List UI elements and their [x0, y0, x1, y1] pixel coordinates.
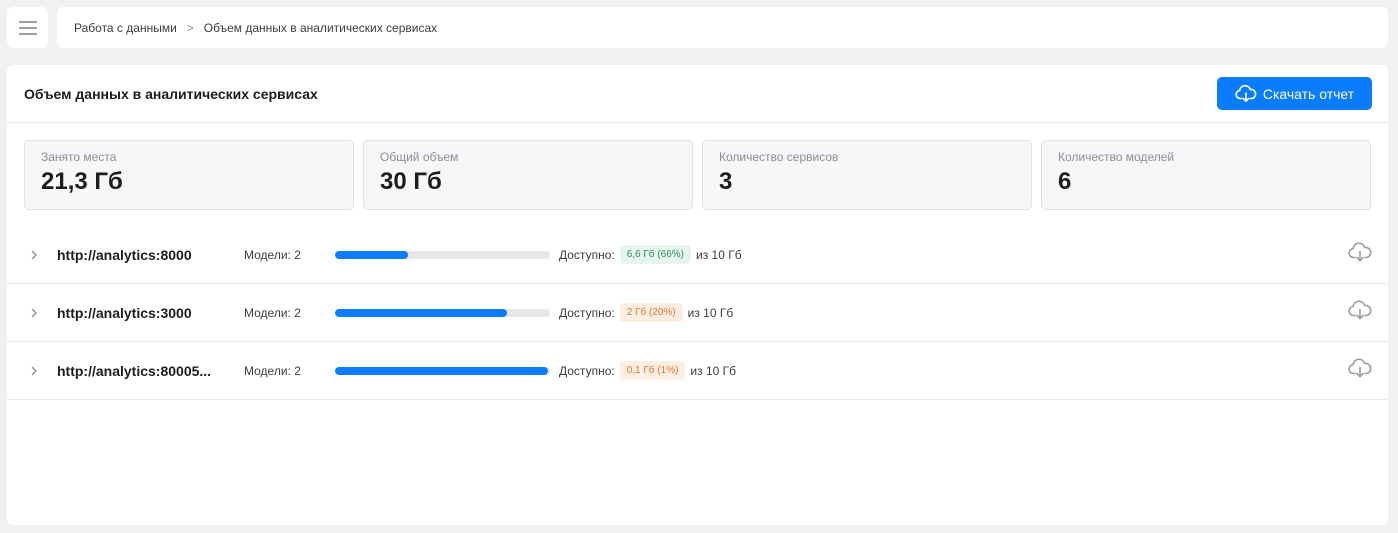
service-host[interactable]: http://analytics:3000	[57, 305, 229, 321]
chevron-right-icon	[31, 250, 37, 259]
service-host[interactable]: http://analytics:8000	[57, 247, 229, 263]
usage-bar-fill	[335, 308, 507, 317]
cloud-download-icon	[1235, 84, 1257, 102]
stat-card-total: Общий объем 30 Гб	[363, 140, 693, 210]
chevron-right-icon	[31, 366, 37, 375]
total-capacity: из 10 Гб	[690, 363, 737, 378]
service-row: http://analytics:8000 Модели: 2 Доступно…	[7, 226, 1388, 284]
services-list: http://analytics:8000 Модели: 2 Доступно…	[7, 226, 1388, 400]
usage-bar	[335, 250, 550, 259]
service-models: Модели: 2	[244, 363, 301, 378]
top-bar: Работа с данными > Объем данных в аналит…	[7, 7, 1388, 48]
available-label: Доступно:	[559, 305, 615, 320]
expand-button[interactable]	[30, 308, 48, 318]
expand-button[interactable]	[30, 366, 48, 376]
chevron-right-icon	[31, 308, 37, 317]
usage-bar-fill	[335, 250, 409, 259]
menu-button[interactable]	[7, 7, 48, 48]
service-row: http://analytics:80005... Модели: 2 Дост…	[7, 342, 1388, 400]
usage-bar	[335, 308, 550, 317]
stat-label: Общий объем	[380, 150, 459, 164]
stat-card-used: Занято места 21,3 Гб	[24, 140, 354, 210]
row-download-button[interactable]	[1348, 357, 1372, 383]
free-space-badge: 0,1 Гб (1%)	[619, 361, 686, 380]
row-download-button[interactable]	[1348, 241, 1372, 267]
service-models: Модели: 2	[244, 305, 301, 320]
free-space-badge: 6,6 Гб (66%)	[619, 245, 691, 264]
usage-bar	[335, 366, 550, 375]
main-panel: Объем данных в аналитических сервисах Ск…	[7, 65, 1388, 525]
stat-label: Количество сервисов	[719, 150, 839, 164]
stat-card-services: Количество сервисов 3	[702, 140, 1032, 210]
expand-button[interactable]	[30, 250, 48, 260]
stat-value: 3	[719, 168, 733, 195]
service-row: http://analytics:3000 Модели: 2 Доступно…	[7, 284, 1388, 342]
service-models: Модели: 2	[244, 247, 301, 262]
total-capacity: из 10 Гб	[687, 305, 734, 320]
usage-bar-fill	[335, 366, 548, 375]
available-label: Доступно:	[559, 363, 615, 378]
download-report-label: Скачать отчет	[1262, 85, 1355, 102]
cloud-download-icon	[1348, 299, 1372, 319]
free-space-badge: 2 Гб (20%)	[619, 303, 683, 322]
stat-value: 6	[1058, 168, 1072, 195]
cloud-download-icon	[1348, 357, 1372, 377]
download-report-button[interactable]: Скачать отчет	[1217, 77, 1372, 110]
total-capacity: из 10 Гб	[695, 247, 742, 262]
breadcrumb-item-current: Объем данных в аналитических сервисах	[203, 20, 438, 35]
row-download-button[interactable]	[1348, 299, 1372, 325]
service-host[interactable]: http://analytics:80005...	[57, 363, 229, 379]
stat-card-models: Количество моделей 6	[1041, 140, 1371, 210]
stat-value: 21,3 Гб	[41, 168, 123, 195]
cloud-download-icon	[1348, 241, 1372, 261]
page-title: Объем данных в аналитических сервисах	[24, 85, 318, 102]
available-label: Доступно:	[559, 247, 615, 262]
breadcrumb-item-data-work[interactable]: Работа с данными	[74, 21, 177, 35]
stat-label: Количество моделей	[1058, 150, 1175, 164]
panel-header: Объем данных в аналитических сервисах Ск…	[7, 65, 1388, 123]
stat-value: 30 Гб	[380, 168, 442, 195]
breadcrumb-separator: >	[186, 20, 194, 35]
stat-label: Занято места	[41, 150, 117, 164]
hamburger-icon	[18, 20, 37, 35]
breadcrumb: Работа с данными > Объем данных в аналит…	[57, 7, 1388, 48]
stats-cards: Занято места 21,3 Гб Общий объем 30 Гб К…	[7, 123, 1388, 210]
